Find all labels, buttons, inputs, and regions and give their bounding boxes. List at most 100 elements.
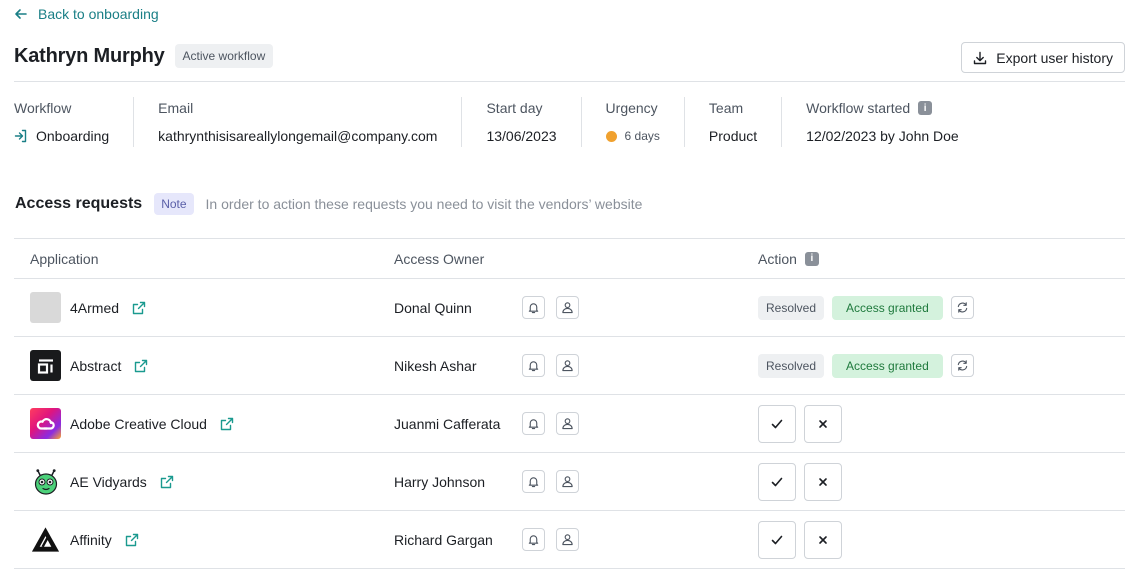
reject-button[interactable] xyxy=(804,462,842,501)
external-link-icon[interactable] xyxy=(160,475,174,489)
workflow-label: Workflow xyxy=(14,100,72,116)
email-value: kathrynthisisareallylongemail@company.co… xyxy=(158,128,438,144)
owner-profile-button[interactable] xyxy=(556,412,579,435)
export-button-label: Export user history xyxy=(996,49,1113,66)
table-row: Affinity Richard Gargan xyxy=(14,511,1125,569)
check-icon xyxy=(771,535,783,544)
check-icon xyxy=(771,477,783,486)
refresh-icon xyxy=(957,360,967,371)
info-workflow: Workflow Onboarding xyxy=(14,97,133,147)
team-label: Team xyxy=(708,100,744,116)
user-icon xyxy=(562,476,573,488)
action-cell xyxy=(742,462,842,501)
download-icon xyxy=(974,51,987,64)
user-info-row: Workflow Onboarding Email kathrynthisisa… xyxy=(14,97,983,147)
urgency-value: 6 days xyxy=(624,129,660,143)
workflow-value: Onboarding xyxy=(36,128,110,144)
owner-cell: Richard Gargan xyxy=(378,528,742,551)
table-row: Abstract Nikesh Ashar Resolved Access gr… xyxy=(14,337,1125,395)
header-access-owner: Access Owner xyxy=(394,250,485,267)
notify-owner-button[interactable] xyxy=(522,296,545,319)
urgency-label: Urgency xyxy=(605,100,658,116)
user-icon xyxy=(562,360,573,372)
header-action: Action xyxy=(758,250,797,267)
header-application: Application xyxy=(30,250,99,267)
back-to-onboarding-link[interactable]: Back to onboarding xyxy=(14,6,159,22)
app-cell: Affinity xyxy=(14,524,378,555)
owner-profile-button[interactable] xyxy=(556,528,579,551)
close-icon xyxy=(819,477,827,486)
owner-name: Nikesh Ashar xyxy=(394,357,477,374)
app-name: Abstract xyxy=(70,357,122,374)
access-granted-badge: Access granted xyxy=(832,353,943,378)
owner-cell: Juanmi Cafferata xyxy=(378,412,742,435)
owner-profile-button[interactable] xyxy=(556,470,579,493)
bell-icon xyxy=(528,535,539,546)
bell-icon xyxy=(528,303,539,314)
approve-button[interactable] xyxy=(758,404,796,443)
bell-icon xyxy=(528,361,539,372)
sign-in-icon xyxy=(14,129,27,143)
approve-button[interactable] xyxy=(758,462,796,501)
user-icon xyxy=(562,302,573,314)
action-cell xyxy=(742,520,842,559)
reopen-request-button[interactable] xyxy=(950,354,974,377)
app-cell: Abstract xyxy=(14,350,378,381)
workflow-started-value: 12/02/2023 by John Doe xyxy=(806,128,959,144)
section-title: Access requests xyxy=(15,195,143,212)
header-action-wrap: Action i xyxy=(742,251,819,267)
external-link-icon[interactable] xyxy=(125,533,139,547)
gray-placeholder-logo-icon xyxy=(30,292,61,323)
arrow-left-icon xyxy=(15,9,27,19)
action-info-icon[interactable]: i xyxy=(804,251,819,266)
urgency-value-wrap: 6 days xyxy=(605,125,660,147)
bell-icon xyxy=(528,419,539,430)
reject-button[interactable] xyxy=(804,520,842,559)
reopen-request-button[interactable] xyxy=(950,296,974,319)
email-label: Email xyxy=(158,100,194,116)
info-icon[interactable]: i xyxy=(918,101,933,115)
page-title: Kathryn Murphy xyxy=(14,44,165,67)
workflow-started-label: Workflow started xyxy=(806,100,911,116)
notify-owner-button[interactable] xyxy=(522,470,545,493)
owner-profile-button[interactable] xyxy=(556,354,579,377)
app-cell: 4Armed xyxy=(14,292,378,323)
external-link-icon[interactable] xyxy=(132,301,146,315)
app-name: Adobe Creative Cloud xyxy=(70,415,207,432)
app-cell: Adobe Creative Cloud xyxy=(14,408,378,439)
access-requests-table: Application Access Owner Action i 4Armed… xyxy=(14,238,1125,569)
notify-owner-button[interactable] xyxy=(522,412,545,435)
external-link-icon[interactable] xyxy=(220,417,234,431)
approve-button[interactable] xyxy=(758,520,796,559)
owner-profile-button[interactable] xyxy=(556,296,579,319)
app-name: AE Vidyards xyxy=(70,473,147,490)
notify-owner-button[interactable] xyxy=(522,354,545,377)
header-divider xyxy=(14,81,1125,82)
workflow-status-badge: Active workflow xyxy=(174,44,274,68)
owner-name: Harry Johnson xyxy=(394,473,486,490)
workflow-started-label-wrap: Workflow started i xyxy=(806,97,959,119)
urgency-dot-icon xyxy=(605,130,617,142)
table-header-row: Application Access Owner Action i xyxy=(14,239,1125,279)
table-row: Adobe Creative Cloud Juanmi Cafferata xyxy=(14,395,1125,453)
owner-cell: Harry Johnson xyxy=(378,470,742,493)
app-cell: AE Vidyards xyxy=(14,466,378,497)
export-user-history-button[interactable]: Export user history xyxy=(961,42,1125,73)
adobe-cc-logo-icon xyxy=(30,408,61,439)
external-link-icon[interactable] xyxy=(134,359,148,373)
notify-owner-button[interactable] xyxy=(522,528,545,551)
reject-button[interactable] xyxy=(804,404,842,443)
owner-name: Donal Quinn xyxy=(394,299,472,316)
table-row: AE Vidyards Harry Johnson xyxy=(14,453,1125,511)
bell-icon xyxy=(528,477,539,488)
info-urgency: Urgency 6 days xyxy=(580,97,684,147)
back-link-label: Back to onboarding xyxy=(38,6,159,22)
action-cell: Resolved Access granted xyxy=(742,295,974,320)
user-icon xyxy=(562,418,573,430)
workflow-value-wrap: Onboarding xyxy=(14,125,109,147)
vidyard-robot-logo-icon xyxy=(30,466,61,497)
action-cell xyxy=(742,404,842,443)
close-icon xyxy=(819,535,827,544)
access-granted-badge: Access granted xyxy=(832,295,943,320)
user-icon xyxy=(562,534,573,546)
